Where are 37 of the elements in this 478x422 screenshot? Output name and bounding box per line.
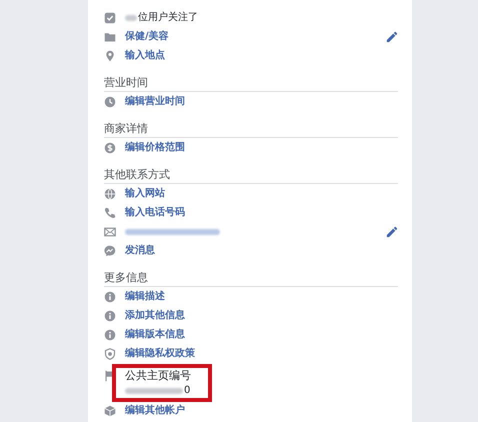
link[interactable]: 编辑版本信息 (125, 328, 185, 340)
pin-icon (104, 50, 116, 62)
chat-icon (104, 244, 116, 256)
count-text: 位用户关注了 (138, 12, 198, 24)
shield-icon (104, 348, 116, 360)
check-icon (104, 12, 116, 24)
cube-icon (104, 404, 116, 416)
info-icon (104, 328, 116, 340)
link[interactable]: 添加其他信息 (125, 310, 185, 322)
section-heading: 营业时间 (104, 72, 398, 92)
mail-icon (104, 226, 116, 238)
section-heading: 更多信息 (104, 267, 398, 287)
section-heading: 其他联系方式 (104, 164, 398, 184)
link[interactable]: 编辑价格范围 (125, 142, 185, 154)
link[interactable]: 编辑描述 (125, 290, 165, 302)
link[interactable]: 编辑其他帐户 (125, 404, 185, 416)
phone-icon (104, 206, 116, 218)
info-icon (104, 290, 116, 302)
blurred-count (125, 14, 137, 20)
link[interactable]: 输入地点 (125, 50, 165, 62)
dollar-icon (104, 142, 116, 154)
link[interactable]: 输入网站 (125, 188, 165, 200)
link[interactable]: 输入电话号码 (125, 206, 185, 218)
section-heading: 商家详情 (104, 118, 398, 138)
link[interactable]: 编辑营业时间 (125, 96, 185, 108)
edit-icon[interactable] (386, 30, 398, 42)
link[interactable]: 保健/美容 (125, 30, 169, 42)
edit-icon[interactable] (386, 226, 398, 238)
page-id-digit: 0 (184, 385, 190, 397)
globe-icon (104, 188, 116, 200)
info-icon (104, 310, 116, 322)
page-id-label: 公共主页编号 (125, 370, 191, 382)
folder-icon (104, 30, 116, 42)
link[interactable]: 编辑隐私权政策 (125, 348, 195, 360)
clock-icon (104, 96, 116, 108)
blurred-id (125, 388, 183, 394)
link[interactable]: 发消息 (125, 244, 155, 256)
